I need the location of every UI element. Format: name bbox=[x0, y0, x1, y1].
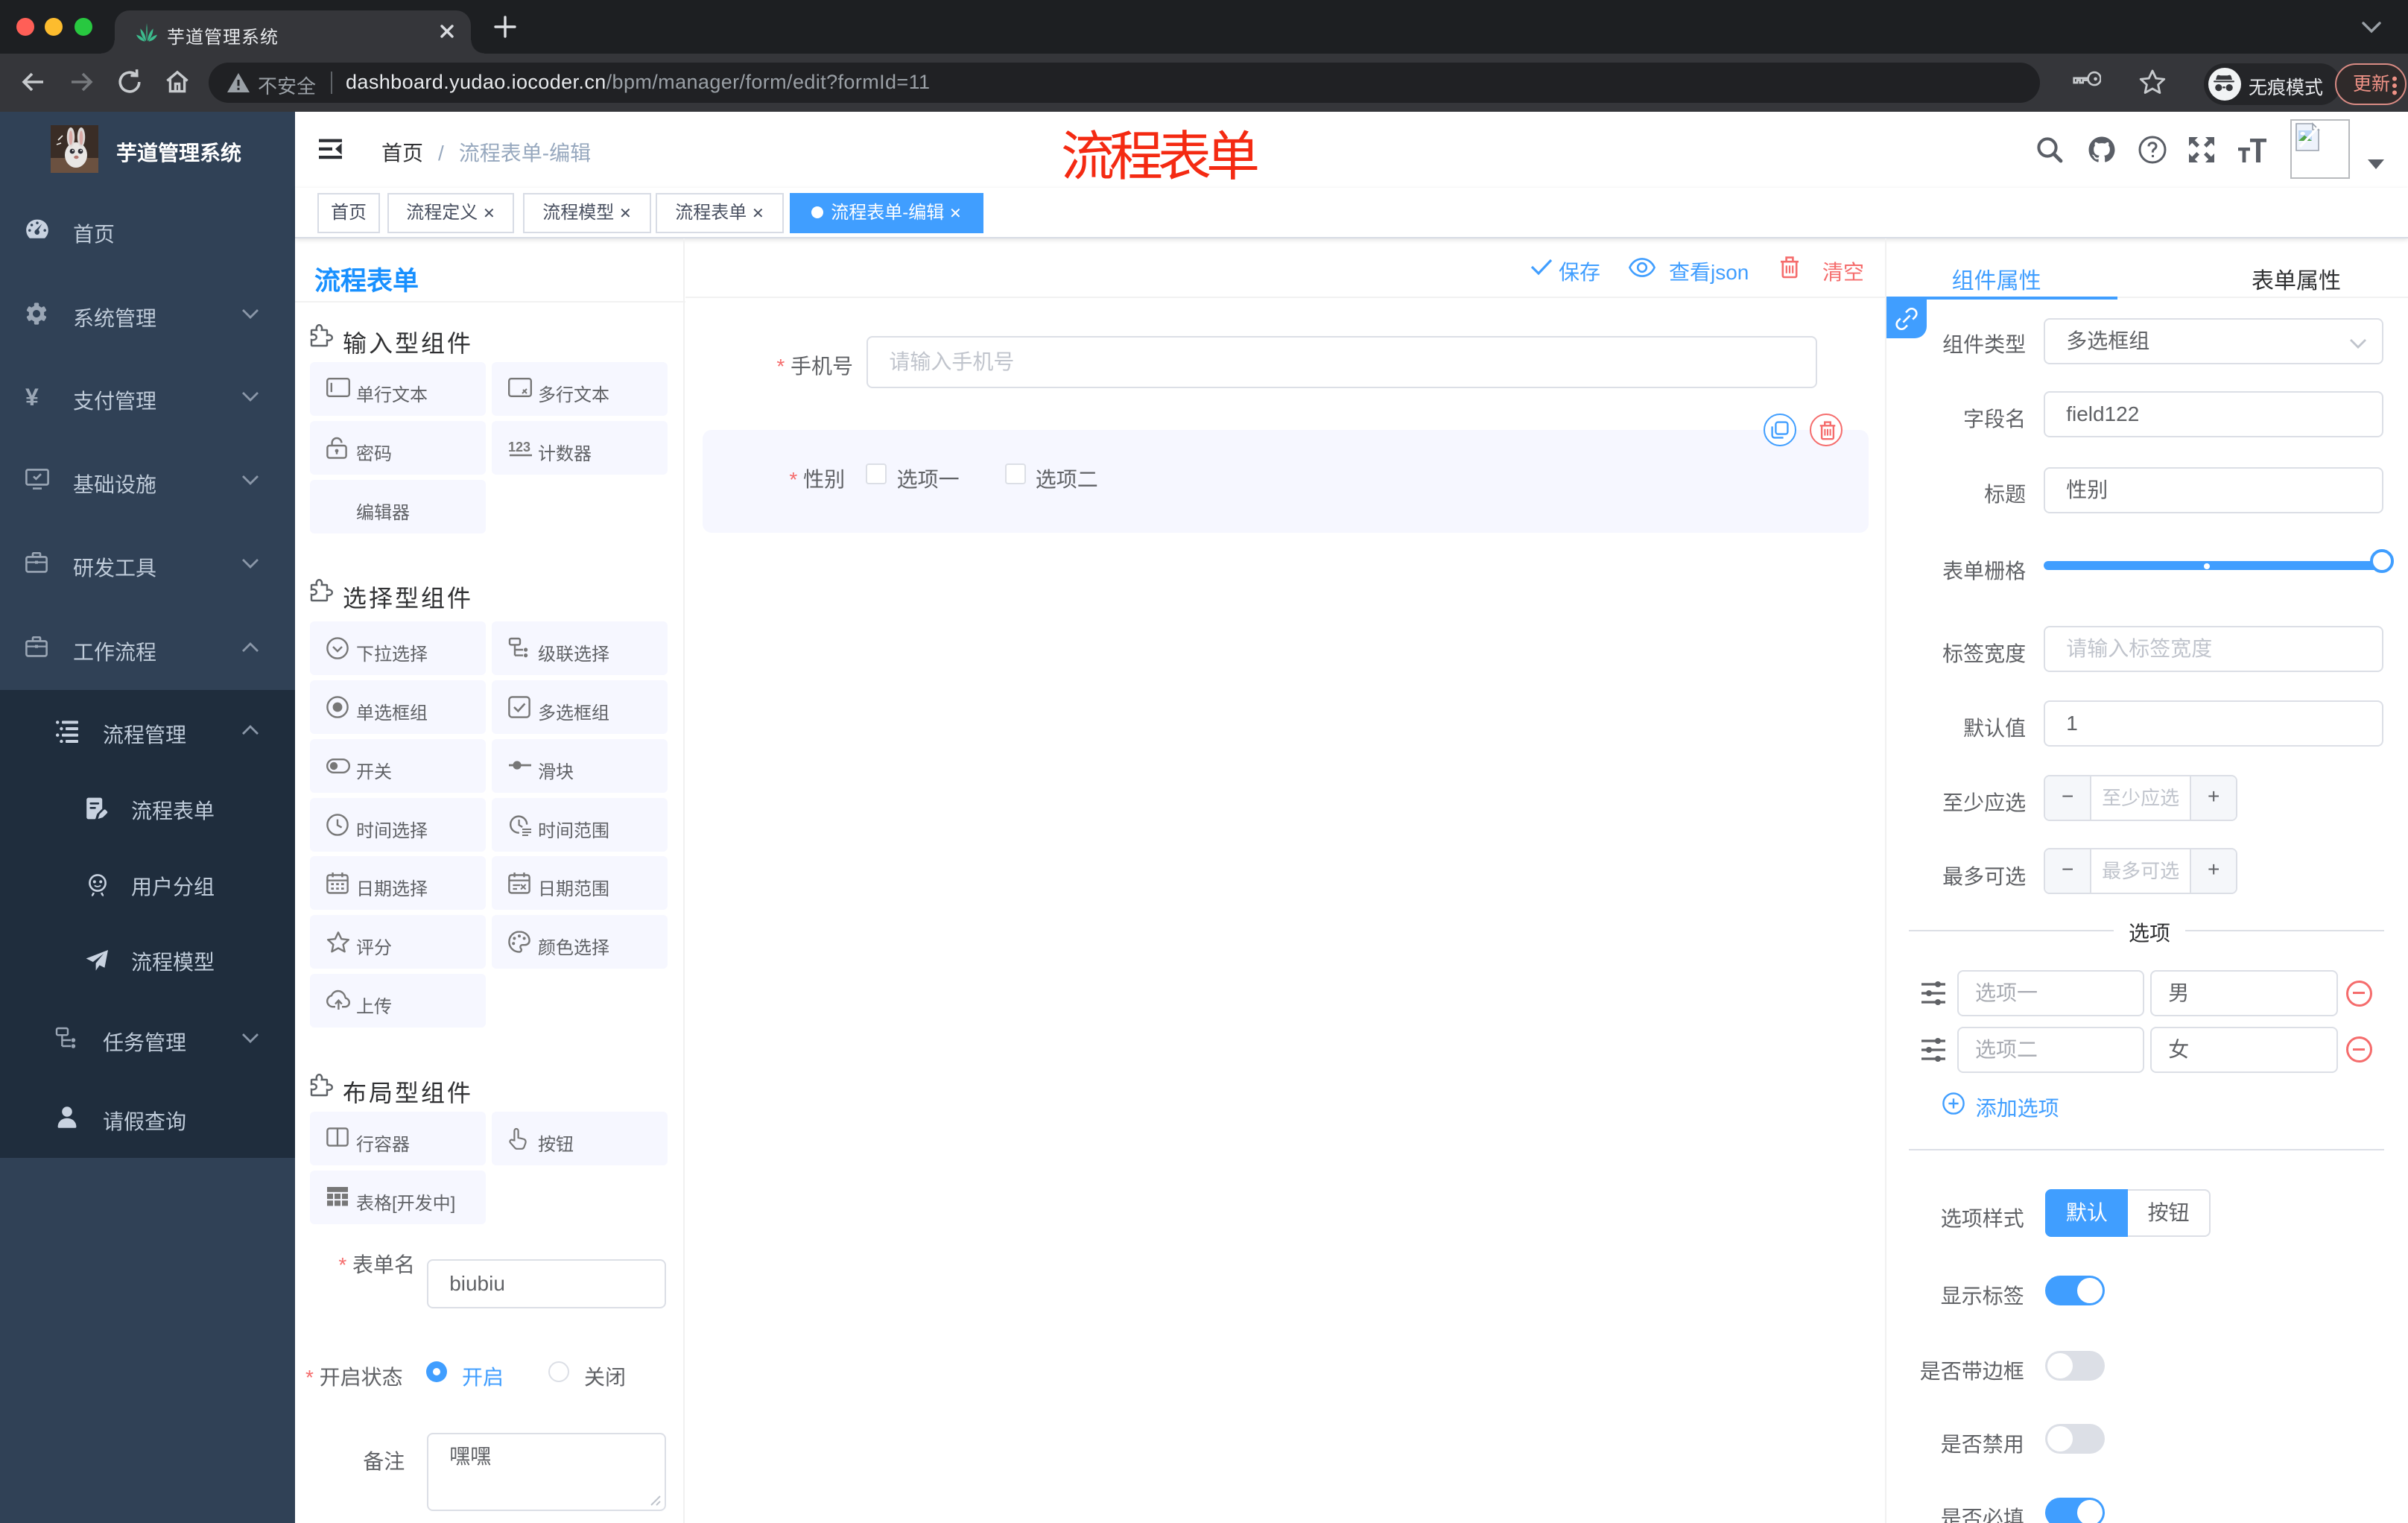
svg-text:123: 123 bbox=[508, 440, 530, 455]
